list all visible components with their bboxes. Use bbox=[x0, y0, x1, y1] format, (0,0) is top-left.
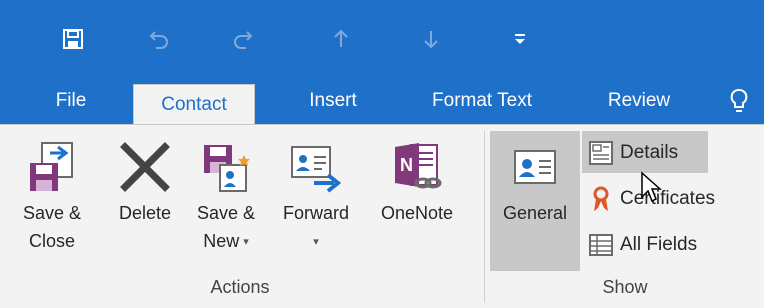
ribbon-panel: Save & Close Delete Save & New ▾ Forward… bbox=[0, 124, 764, 308]
forward-icon bbox=[288, 135, 344, 199]
delete-button[interactable]: Delete bbox=[108, 135, 182, 227]
forward-button[interactable]: Forward ▾ bbox=[270, 135, 362, 256]
onenote-label: OneNote bbox=[380, 203, 454, 223]
save-new-button[interactable]: Save & New ▾ bbox=[186, 135, 266, 256]
tab-format-text[interactable]: Format Text bbox=[404, 78, 560, 124]
redo-icon[interactable] bbox=[226, 22, 260, 56]
delete-icon bbox=[117, 135, 173, 199]
group-label-actions: Actions bbox=[210, 277, 270, 297]
onenote-button[interactable]: N OneNote bbox=[368, 135, 466, 227]
group-separator bbox=[484, 131, 485, 303]
save-close-icon bbox=[24, 135, 80, 199]
forward-dropdown[interactable]: ▾ bbox=[313, 227, 319, 256]
undo-icon[interactable] bbox=[142, 22, 176, 56]
chevron-down-icon: ▾ bbox=[243, 236, 249, 249]
forward-label: Forward bbox=[282, 203, 349, 223]
save-close-label-line1: Save & bbox=[22, 203, 82, 223]
general-label: General bbox=[502, 203, 568, 223]
up-arrow-icon[interactable] bbox=[324, 22, 358, 56]
general-icon bbox=[513, 135, 557, 199]
customize-icon[interactable] bbox=[503, 22, 537, 56]
tab-file[interactable]: File bbox=[36, 78, 106, 124]
svg-text:N: N bbox=[400, 155, 413, 175]
lightbulb-icon[interactable] bbox=[722, 78, 756, 124]
tab-review[interactable]: Review bbox=[590, 78, 688, 124]
down-arrow-icon[interactable] bbox=[414, 22, 448, 56]
save-new-label-line2: New ▾ bbox=[203, 227, 249, 256]
details-label: Details bbox=[620, 142, 679, 163]
all-fields-button[interactable]: All Fields bbox=[584, 225, 697, 265]
delete-label: Delete bbox=[118, 203, 172, 223]
certificates-label: Certificates bbox=[620, 188, 716, 209]
tab-contact[interactable]: Contact bbox=[133, 84, 255, 128]
group-label-show: Show bbox=[602, 277, 648, 297]
details-icon bbox=[584, 139, 618, 167]
save-close-label-line2: Close bbox=[28, 231, 76, 251]
mouse-cursor-icon bbox=[640, 171, 664, 210]
certificate-ribbon-icon bbox=[584, 185, 618, 213]
quick-access-toolbar bbox=[0, 0, 764, 78]
chevron-down-icon: ▾ bbox=[313, 236, 319, 249]
all-fields-label: All Fields bbox=[620, 234, 698, 255]
save-close-button[interactable]: Save & Close bbox=[22, 135, 82, 255]
onenote-icon: N bbox=[389, 135, 445, 199]
save-icon[interactable] bbox=[56, 22, 90, 56]
save-new-icon bbox=[198, 135, 254, 199]
save-new-label-line1: Save & bbox=[196, 203, 256, 223]
details-button[interactable]: Details bbox=[584, 133, 678, 173]
all-fields-icon bbox=[584, 232, 618, 258]
tab-insert[interactable]: Insert bbox=[290, 78, 376, 124]
ribbon-tab-bar: File Contact Insert Format Text Review bbox=[0, 78, 764, 128]
general-button[interactable]: General bbox=[490, 135, 580, 227]
